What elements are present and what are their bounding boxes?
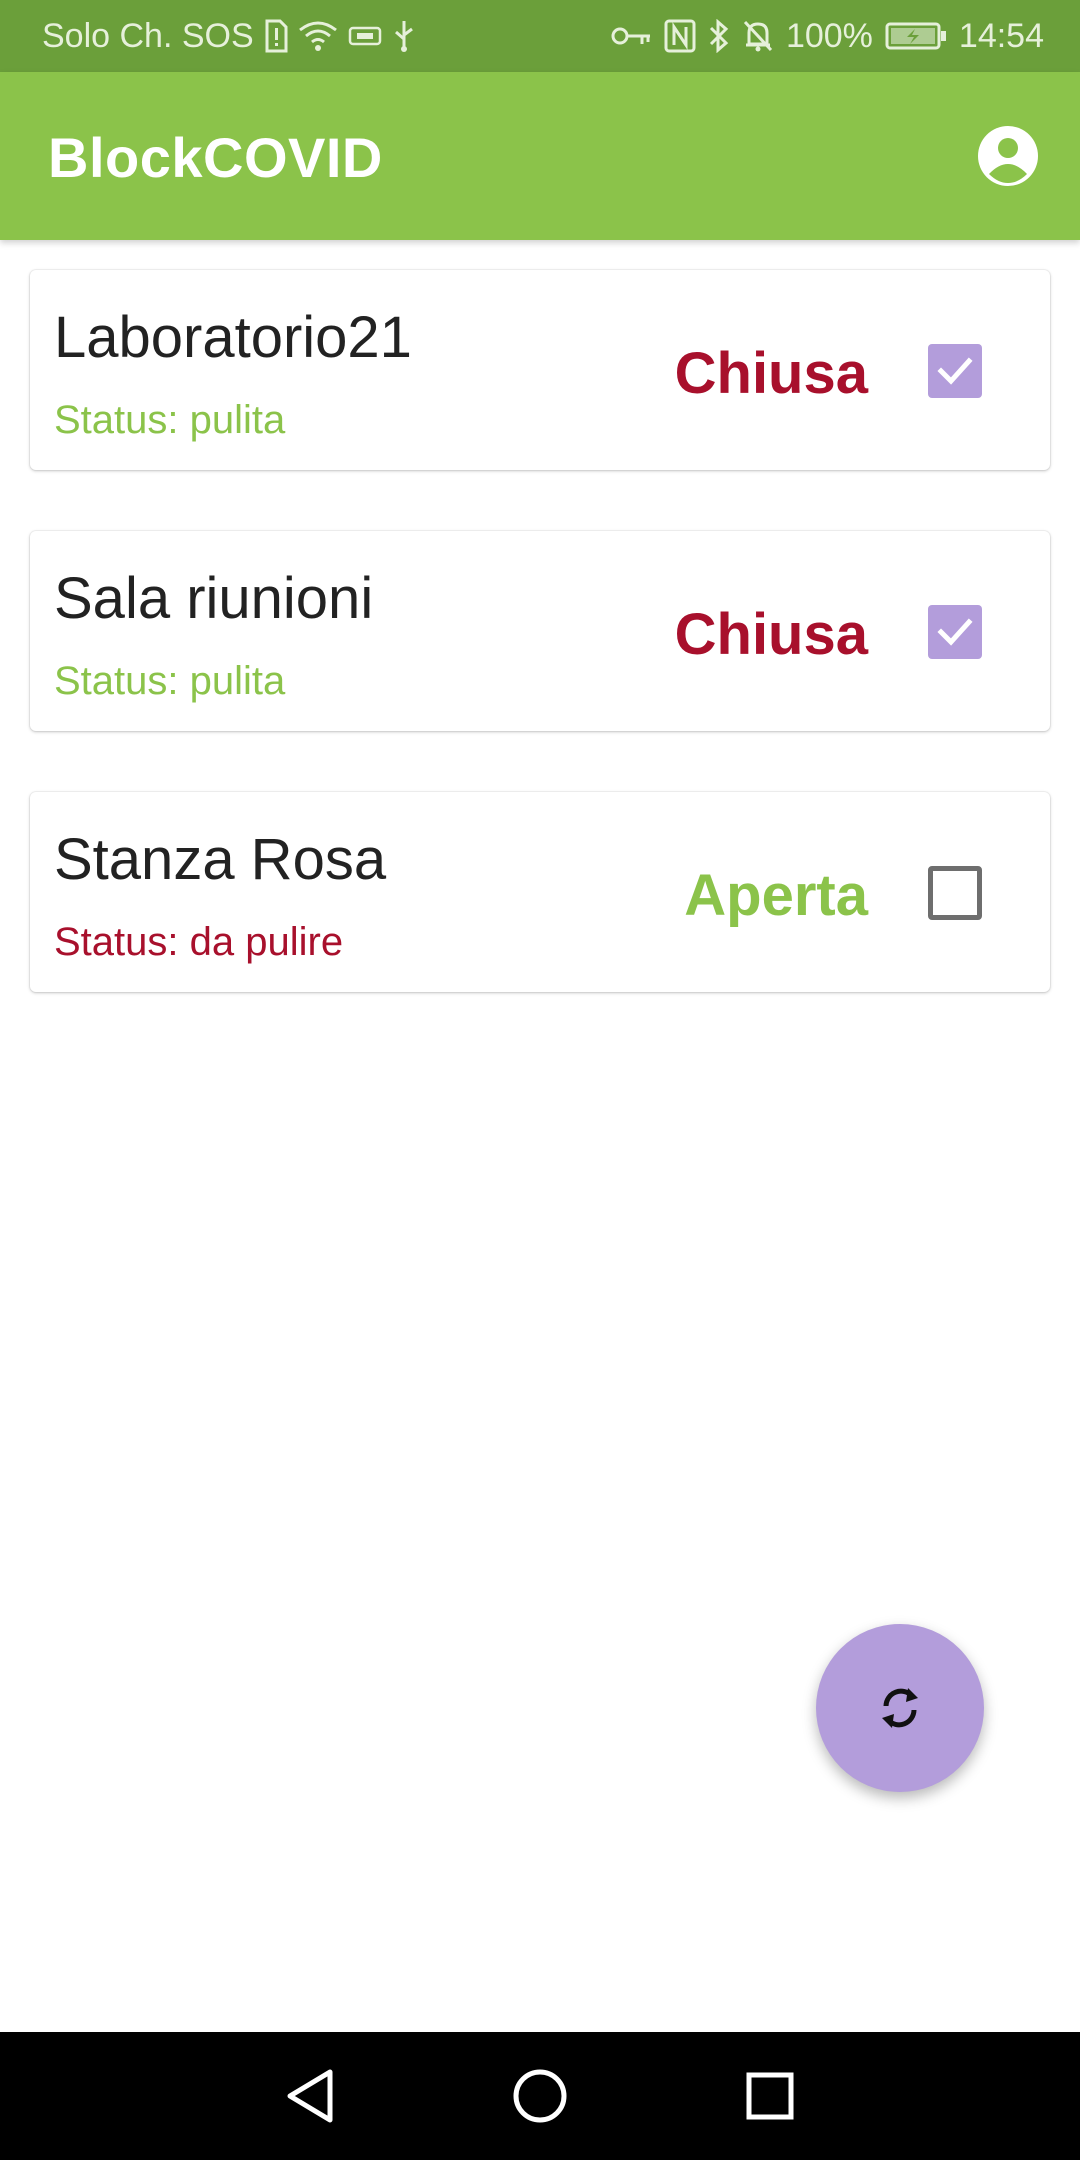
checkmark-icon [937,618,973,646]
status-right: 100% 14:54 [610,17,1044,56]
status-left: Solo Ch. SOS [42,17,416,56]
recents-icon[interactable] [736,2062,804,2130]
refresh-icon [882,1688,918,1728]
nav-bar [0,2032,1080,2160]
back-icon[interactable] [276,2062,344,2130]
mute-bell-icon [742,19,774,53]
room-card[interactable]: Sala riunioni Status: pulita Chiusa [30,531,1050,731]
home-icon[interactable] [506,2062,574,2130]
key-icon [610,24,652,48]
clock: 14:54 [958,16,1044,55]
battery-icon [885,22,947,50]
usb-icon [392,19,416,53]
nfc-icon [664,19,696,53]
vpn-badge-icon [348,25,382,47]
room-name: Sala riunioni [54,566,374,631]
room-checkbox[interactable] [928,866,982,920]
room-cleaning-status: Status: pulita [54,659,286,703]
battery-percent: 100% [785,16,873,55]
room-lock-state: Aperta [684,863,868,928]
room-name: Stanza Rosa [54,827,387,892]
bluetooth-icon [708,19,730,53]
room-checkbox[interactable] [928,344,982,398]
room-lock-state: Chiusa [674,341,868,406]
checkmark-icon [937,357,973,385]
status-bar: Solo Ch. SOS 100% 14:54 [0,0,1080,72]
room-name: Laboratorio21 [54,305,412,370]
sim-alert-icon [264,19,288,53]
room-cleaning-status: Status: pulita [54,398,286,442]
refresh-button[interactable] [816,1624,984,1792]
app-bar: BlockCOVID [0,72,1080,240]
room-checkbox[interactable] [928,605,982,659]
room-lock-state: Chiusa [674,602,868,667]
room-cleaning-status: Status: da pulire [54,920,344,964]
room-card[interactable]: Stanza Rosa Status: da pulire Aperta [30,792,1050,992]
room-card[interactable]: Laboratorio21 Status: pulita Chiusa [30,270,1050,470]
account-circle-icon[interactable] [976,124,1040,188]
app-title: BlockCOVID [48,126,383,189]
wifi-icon [298,20,338,52]
room-list: Laboratorio21 Status: pulita Chiusa Sala… [30,270,1050,1053]
carrier-label: Solo Ch. SOS [42,16,254,55]
